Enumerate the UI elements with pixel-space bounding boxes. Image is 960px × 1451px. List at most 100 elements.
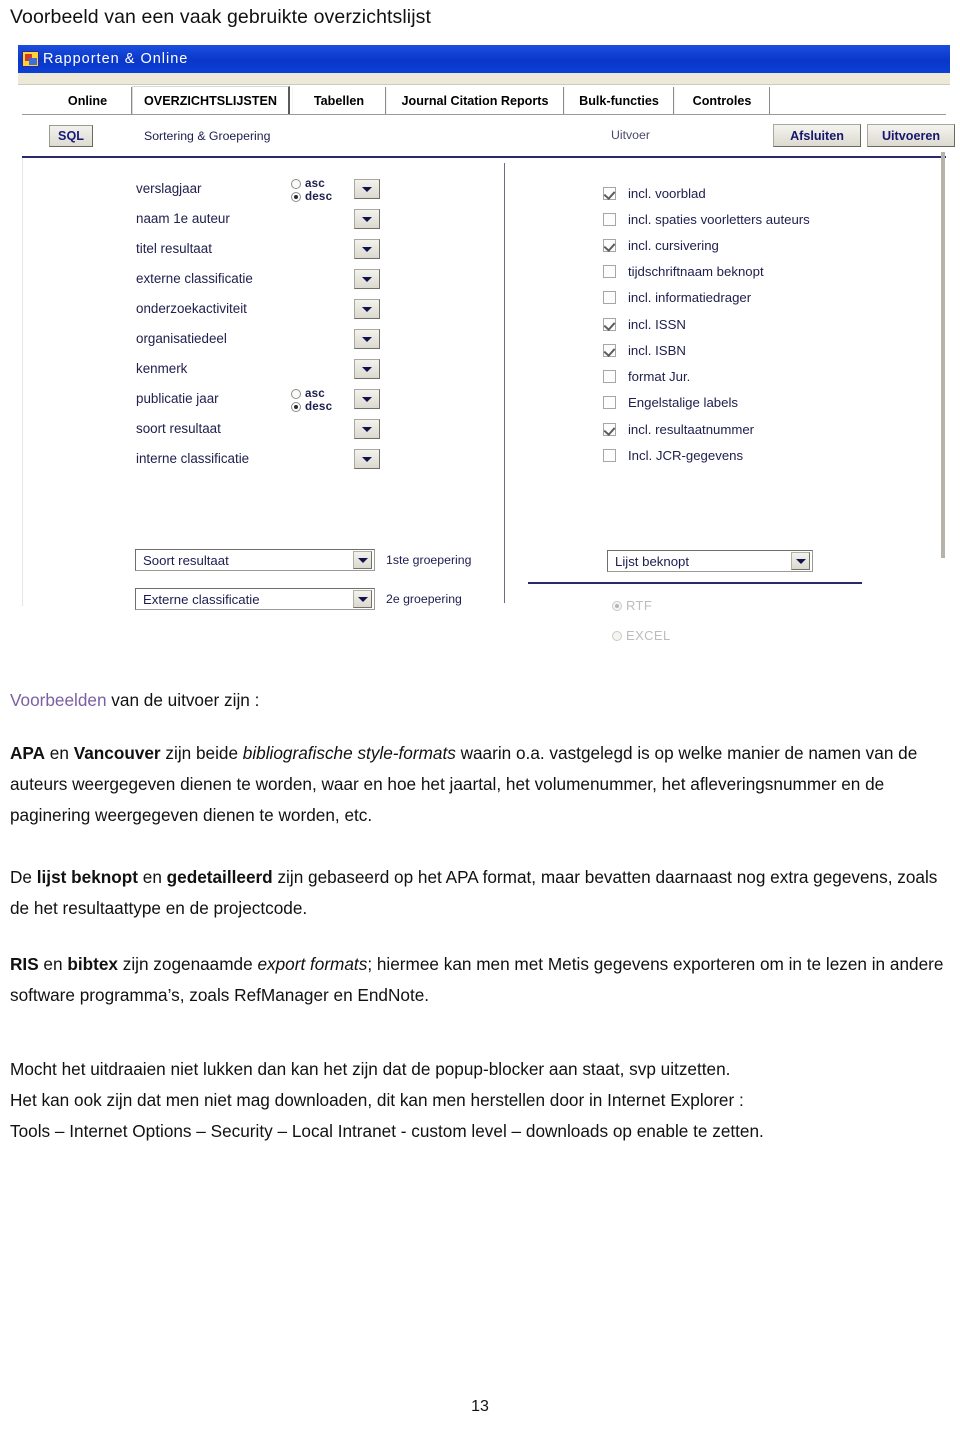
paragraph-examples-intro: Voorbeelden van de uitvoer zijn : [10, 685, 952, 716]
checkbox[interactable] [603, 187, 616, 200]
checkbox[interactable] [603, 265, 616, 278]
option-label: format Jur. [628, 369, 691, 384]
output-radio-rtf[interactable]: RTF [612, 598, 652, 613]
text-run: zijn beide [160, 743, 243, 763]
dropdown-button[interactable] [354, 389, 380, 409]
checkbox[interactable] [603, 318, 616, 331]
grouping-select-1[interactable]: Soort resultaat [135, 549, 375, 571]
radio-desc-label: desc [305, 400, 333, 413]
dropdown-button[interactable] [354, 359, 380, 379]
chevron-down-icon[interactable] [791, 552, 810, 570]
checkbox[interactable] [603, 370, 616, 383]
dropdown-button[interactable] [354, 299, 380, 319]
chevron-down-icon [362, 216, 372, 222]
chevron-down-icon [362, 186, 372, 192]
grouping-select-2-value: Externe classificatie [143, 591, 260, 607]
examples-rest: van de uitvoer zijn : [106, 690, 260, 710]
chevron-down-icon [362, 426, 372, 432]
run-button[interactable]: Uitvoeren [867, 124, 955, 147]
grouping-caption-1: 1ste groepering [386, 553, 472, 567]
radio-desc-label: desc [305, 190, 333, 203]
option-incl-jcr-gegevens[interactable]: Incl. JCR-gegevens [603, 442, 743, 469]
term-export-formats: export formats [257, 954, 368, 974]
option-label: incl. voorblad [628, 186, 706, 201]
option-engelstalige-labels[interactable]: Engelstalige labels [603, 389, 738, 416]
output-radio-excel-label: EXCEL [626, 628, 671, 643]
text-run: en [45, 743, 74, 763]
dropdown-button[interactable] [354, 179, 380, 199]
sort-row-soort-resultaat: soort resultaat [23, 419, 443, 451]
dropdown-button[interactable] [354, 329, 380, 349]
option-label: incl. informatiedrager [628, 290, 752, 305]
option-label: incl. cursivering [628, 238, 719, 253]
dropdown-button[interactable] [354, 269, 380, 289]
vertical-divider [504, 163, 505, 603]
checkbox[interactable] [603, 449, 616, 462]
dropdown-button[interactable] [354, 239, 380, 259]
chevron-down-icon[interactable] [353, 551, 372, 569]
tab-journal-citation-reports[interactable]: Journal Citation Reports [386, 87, 564, 114]
tab-bulk-functies[interactable]: Bulk-functies [564, 87, 674, 114]
output-radio-excel[interactable]: EXCEL [612, 628, 671, 643]
menu-strip [18, 73, 950, 85]
option-tijdschriftnaam-beknopt[interactable]: tijdschriftnaam beknopt [603, 258, 764, 285]
dropdown-button[interactable] [354, 209, 380, 229]
tab-overzichtslijsten[interactable]: OVERZICHTSLIJSTEN [132, 86, 290, 114]
sort-label: titel resultaat [136, 241, 212, 256]
option-label: Incl. JCR-gegevens [628, 448, 744, 463]
vertical-scrollbar[interactable] [941, 152, 945, 558]
chevron-down-icon [362, 396, 372, 402]
checkbox[interactable] [603, 344, 616, 357]
sort-label: kenmerk [136, 361, 188, 376]
window-titlebar: Rapporten & Online [18, 45, 950, 73]
examples-link[interactable]: Voorbeelden [10, 690, 107, 710]
checkbox[interactable] [603, 423, 616, 436]
checkbox[interactable] [603, 291, 616, 304]
radio-asc[interactable] [291, 388, 301, 399]
grouping-select-2[interactable]: Externe classificatie [135, 588, 375, 610]
chevron-down-icon [362, 456, 372, 462]
sort-row-organisatiedeel: organisatiedeel [23, 329, 443, 361]
option-label: incl. ISBN [628, 343, 686, 358]
option-incl-isbn[interactable]: incl. ISBN [603, 337, 686, 364]
page-number: 13 [471, 1398, 489, 1415]
dropdown-button[interactable] [354, 449, 380, 469]
close-button[interactable]: Afsluiten [773, 124, 861, 147]
option-incl-voorblad[interactable]: incl. voorblad [603, 180, 706, 207]
sort-row-externe-classificatie: externe classificatie [23, 269, 443, 301]
tab-tabellen[interactable]: Tabellen [292, 87, 386, 114]
option-incl-cursivering[interactable]: incl. cursivering [603, 232, 719, 259]
grouping-caption-2: 2e groepering [386, 592, 462, 606]
radio-asc[interactable] [291, 178, 301, 189]
radio[interactable] [612, 630, 622, 641]
option-incl-spaties-voorletters-auteurs[interactable]: incl. spaties voorletters auteurs [603, 206, 810, 233]
option-incl-informatiedrager[interactable]: incl. informatiedrager [603, 284, 751, 311]
term-bibtex: bibtex [67, 954, 118, 974]
sort-order-radios: asc desc [291, 387, 351, 413]
option-format-jur[interactable]: format Jur. [603, 363, 690, 390]
chevron-down-icon [362, 336, 372, 342]
sort-label: verslagjaar [136, 181, 202, 196]
dropdown-button[interactable] [354, 419, 380, 439]
checkbox[interactable] [603, 396, 616, 409]
term-lijst-beknopt: lijst beknopt [36, 867, 138, 887]
window-title: Rapporten & Online [43, 51, 189, 67]
chevron-down-icon [362, 306, 372, 312]
sort-label: interne classificatie [136, 451, 250, 466]
radio-desc[interactable] [291, 401, 301, 412]
tab-online[interactable]: Online [44, 87, 132, 114]
tab-controles[interactable]: Controles [674, 87, 770, 114]
output-list-select[interactable]: Lijst beknopt [607, 550, 813, 572]
option-incl-issn[interactable]: incl. ISSN [603, 311, 686, 338]
radio[interactable] [612, 600, 622, 611]
radio-desc[interactable] [291, 191, 301, 202]
sql-button[interactable]: SQL [49, 125, 93, 147]
paragraph-troubleshooting-line3: Tools – Internet Options – Security – Lo… [10, 1121, 764, 1141]
chevron-down-icon[interactable] [353, 590, 372, 608]
checkbox[interactable] [603, 213, 616, 226]
checkbox[interactable] [603, 239, 616, 252]
sql-button-label: SQL [58, 129, 84, 143]
paragraph-lijst-beknopt: De lijst beknopt en gedetailleerd zijn g… [10, 862, 952, 924]
sort-label: soort resultaat [136, 421, 221, 436]
option-incl-resultaatnummer[interactable]: incl. resultaatnummer [603, 416, 754, 443]
